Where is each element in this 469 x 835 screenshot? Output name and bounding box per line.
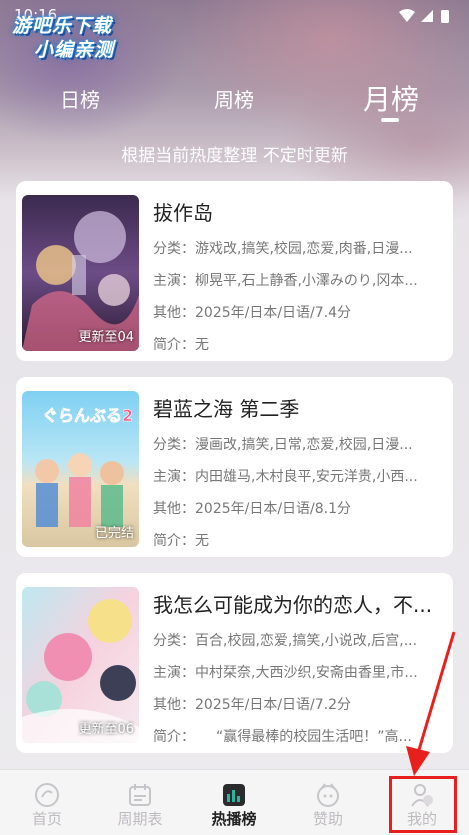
bottom-nav: 首页 周期表 热播榜 赞助 我的 <box>0 769 469 835</box>
nav-home[interactable]: 首页 <box>2 770 92 835</box>
nav-schedule[interactable]: 周期表 <box>95 770 185 835</box>
nav-sponsor[interactable]: 赞助 <box>283 770 373 835</box>
nav-hot-ranking[interactable]: 热播榜 <box>189 770 279 835</box>
ranking-tabs: 日榜 周榜 月榜 <box>0 74 469 124</box>
cast-text: 主演：中村栞奈,大西沙织,安斋由香里,市... <box>153 665 418 681</box>
nav-home-label: 首页 <box>31 810 62 828</box>
profile-icon <box>411 784 433 807</box>
chart-icon <box>223 784 245 806</box>
episode-badge: 更新至06 <box>78 722 134 737</box>
subtitle: 根据当前热度整理 不定时更新 <box>121 146 348 166</box>
genre-text: 分类：游戏改,搞笑,校园,恋爱,肉番,日漫... <box>153 241 413 257</box>
tab-indicator <box>381 118 399 122</box>
intro-text: 简介： “赢得最棒的校园生活吧！”高... <box>153 729 412 745</box>
tab-monthly[interactable]: 月榜 <box>363 78 419 118</box>
wifi-icon <box>399 9 415 22</box>
intro-text: 简介：无 <box>153 533 209 549</box>
poster-image[interactable]: ぐらんぶる2 已完结 <box>22 391 139 547</box>
other-text: 其他：2025年/日本/日语/8.1分 <box>153 501 352 517</box>
battery-icon <box>441 10 449 23</box>
poster-image[interactable]: 更新至06 <box>22 587 139 743</box>
anime-card[interactable]: ぐらんぶる2 已完结 碧蓝之海 第二季 分类：漫画改,搞笑,日常,恋爱,校园,日… <box>16 377 453 557</box>
status-icons <box>399 9 449 23</box>
nav-profile-label: 我的 <box>406 810 437 828</box>
other-text: 其他：2025年/日本/日语/7.2分 <box>153 697 352 713</box>
cast-text: 主演：内田雄马,木村良平,安元洋贵,小西... <box>153 469 418 485</box>
nav-profile[interactable]: 我的 <box>377 770 467 835</box>
other-text: 其他：2025年/日本/日语/7.4分 <box>153 305 352 321</box>
status-badge: 已完结 <box>94 526 134 541</box>
signal-icon <box>421 10 433 22</box>
genre-text: 分类：百合,校园,恋爱,搞笑,小说改,后宫,... <box>153 633 418 649</box>
anime-title[interactable]: 拔作岛 <box>153 199 445 227</box>
anime-card[interactable]: 更新至06 我怎么可能成为你的恋人，不... 分类：百合,校园,恋爱,搞笑,小说… <box>16 573 453 753</box>
poster-image[interactable]: 更新至04 <box>22 195 139 351</box>
watermark-line1: 游吧乐下载 <box>12 15 113 37</box>
anime-title[interactable]: 碧蓝之海 第二季 <box>153 395 445 423</box>
watermark-line2: 小编亲测 <box>34 39 115 61</box>
intro-text: 简介：无 <box>153 337 209 353</box>
home-icon <box>35 783 59 807</box>
genre-text: 分类：漫画改,搞笑,日常,恋爱,校园,日漫... <box>153 437 413 453</box>
svg-text:ぐらんぶる2: ぐらんぶる2 <box>42 406 133 425</box>
episode-badge: 更新至04 <box>78 330 134 345</box>
nav-hot-ranking-label: 热播榜 <box>211 810 257 828</box>
tab-daily[interactable]: 日榜 <box>60 84 100 113</box>
sponsor-icon <box>317 783 339 807</box>
tab-weekly[interactable]: 周榜 <box>214 84 254 113</box>
watermark-logo: 游吧乐下载 小编亲测 <box>12 14 162 66</box>
anime-card[interactable]: 更新至04 拔作岛 分类：游戏改,搞笑,校园,恋爱,肉番,日漫... 主演：柳晃… <box>16 181 453 361</box>
calendar-icon <box>129 784 151 806</box>
nav-sponsor-label: 赞助 <box>312 810 343 828</box>
cast-text: 主演：柳晃平,石上静香,小澤みのり,冈本... <box>153 273 418 289</box>
anime-title[interactable]: 我怎么可能成为你的恋人，不... <box>153 591 445 619</box>
nav-schedule-label: 周期表 <box>117 810 163 828</box>
